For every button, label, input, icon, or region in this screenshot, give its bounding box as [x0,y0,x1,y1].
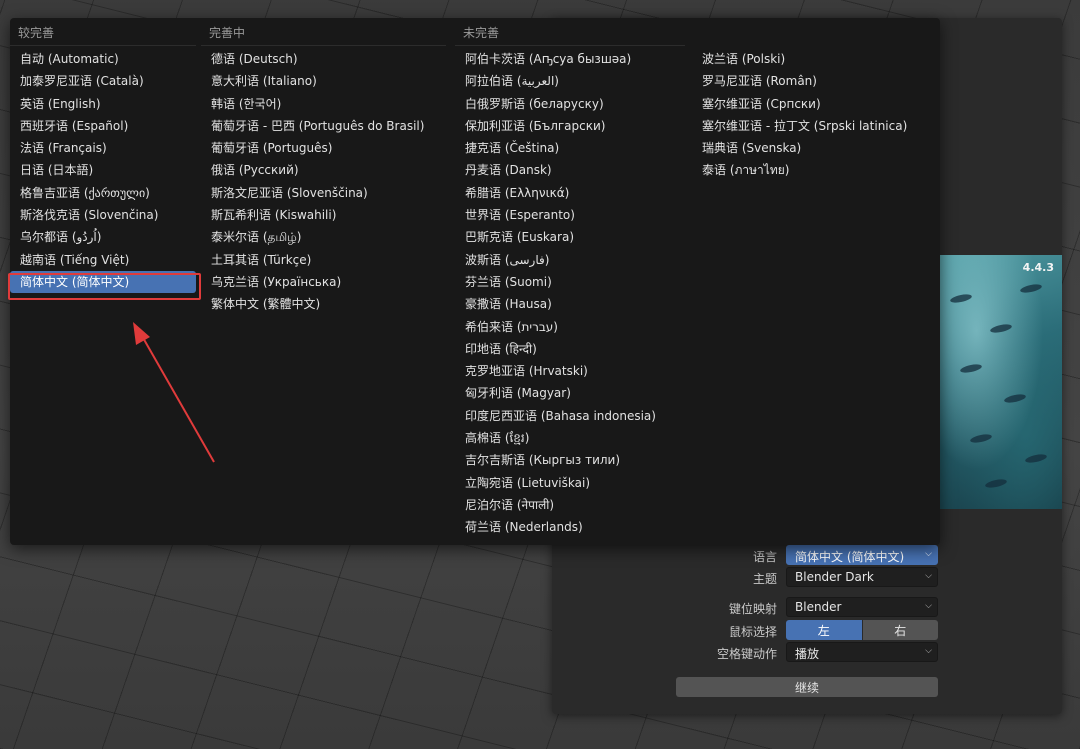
arrow-head [133,322,150,345]
arrow-shaft [141,335,215,463]
annotation-arrow [133,322,215,463]
